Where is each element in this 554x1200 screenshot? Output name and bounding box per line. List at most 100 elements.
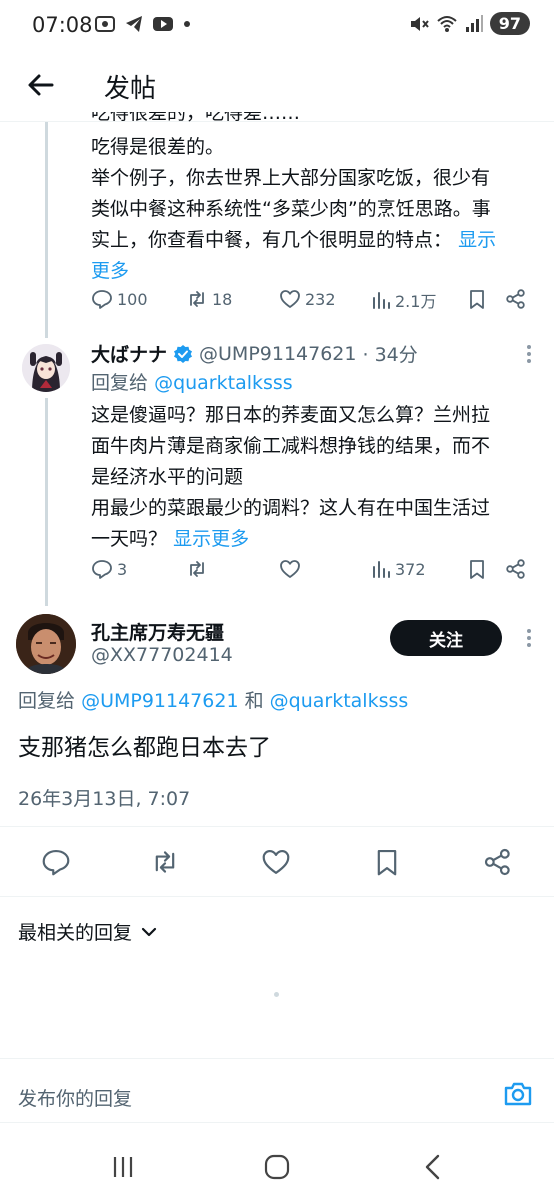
avatar[interactable]	[22, 344, 70, 392]
reply-button[interactable]: 3	[91, 558, 127, 580]
home-button[interactable]	[260, 1150, 294, 1184]
status-time: 07:08	[32, 13, 93, 37]
reply-count: 100	[117, 289, 148, 309]
reply-input[interactable]: 发布你的回复	[18, 1084, 132, 1111]
author-handle[interactable]: @XX77702414	[91, 644, 233, 666]
author-name[interactable]: 孔主席万寿无疆	[91, 618, 224, 645]
retweet-button[interactable]	[186, 558, 212, 580]
tweet3-text: 支那猪怎么都跑日本去了	[18, 735, 271, 761]
reply-button[interactable]: 100	[91, 288, 148, 310]
tweet1-actions: 100 18 232 2.1万	[91, 288, 531, 316]
like-button[interactable]	[279, 558, 305, 580]
tweet1-partial-text: 吃得很差的，吃得差……	[91, 112, 301, 124]
share-icon	[506, 289, 525, 309]
reply-to-handle[interactable]: @quarktalksss	[270, 690, 409, 712]
back-nav-button[interactable]	[416, 1150, 450, 1184]
signal-icon	[465, 14, 483, 32]
divider	[0, 1122, 554, 1123]
tweet2-header: 大ばナナ @UMP91147621 · 34分	[91, 340, 418, 367]
like-count: 232	[305, 289, 336, 309]
camera-button[interactable]	[502, 1078, 534, 1110]
retweet-icon	[190, 561, 204, 577]
battery-indicator: 97	[489, 12, 530, 35]
reply-and: 和	[244, 690, 264, 712]
sort-dropdown[interactable]: 最相关的回复	[18, 918, 158, 945]
views-button[interactable]: 2.1万	[371, 288, 436, 312]
share-button[interactable]	[505, 288, 527, 310]
show-more-link[interactable]: 显示更多	[173, 528, 249, 550]
divider	[0, 826, 554, 827]
tweet1-line: 实上，你查看中餐，有几个很明显的特点： 显示	[91, 225, 531, 256]
tweet2-line: 是经济水平的问题	[91, 466, 244, 488]
verified-badge-icon	[174, 344, 193, 363]
recent-apps-icon	[113, 1157, 133, 1177]
views-icon	[373, 561, 390, 578]
recent-apps-button[interactable]	[106, 1150, 140, 1184]
tweet1-text[interactable]: 吃得是很差的。 举个例子，你去世界上大部分国家吃饭，很少有 类似中餐这种系统性“…	[91, 132, 531, 287]
page-title: 发帖	[104, 74, 157, 104]
camera-icon	[504, 1082, 532, 1106]
back-nav-icon	[425, 1154, 440, 1180]
tweet2-line: 用最少的菜跟最少的调料？这人有在中国生活过	[91, 497, 491, 519]
screen-record-icon	[95, 16, 115, 32]
back-button[interactable]	[24, 68, 58, 102]
share-button[interactable]	[478, 842, 518, 882]
tweet2-text[interactable]: 这是傻逼吗？那日本的荞麦面又怎么算？兰州拉 面牛肉片薄是商家偷工减料想挣钱的结果…	[91, 400, 531, 555]
tweet-timestamp: 26年3月13日, 7:07	[18, 788, 191, 810]
loading-indicator	[274, 992, 279, 997]
retweet-button[interactable]	[145, 842, 185, 882]
profile-photo	[16, 614, 76, 674]
views-button[interactable]: 372	[371, 558, 426, 580]
bookmark-button[interactable]	[466, 558, 488, 580]
tweet1-partial-line: 吃得很差的，吃得差……	[91, 112, 531, 132]
reply-to-handle[interactable]: @UMP91147621	[81, 690, 238, 712]
reply-prefix: 回复给	[18, 690, 76, 712]
status-icons-right: 97	[408, 12, 530, 35]
divider	[0, 896, 554, 897]
bookmark-button[interactable]	[466, 288, 488, 310]
youtube-icon	[153, 17, 173, 31]
tweet2-line: 一天吗？ 显示更多	[91, 524, 531, 555]
heart-icon	[280, 560, 300, 578]
retweet-icon	[155, 851, 175, 873]
follow-button[interactable]: 关注	[390, 620, 502, 656]
share-button[interactable]	[505, 558, 527, 580]
system-nav-bar	[0, 1132, 554, 1200]
author-handle[interactable]: @UMP91147621	[199, 343, 356, 365]
tweet2-line: 面牛肉片薄是商家偷工减料想挣钱的结果，而不	[91, 435, 491, 457]
reply-composer[interactable]: 发布你的回复	[0, 1058, 554, 1132]
thread-line-2	[45, 398, 48, 606]
more-options-button[interactable]	[526, 628, 532, 652]
tweet1-line: 举个例子，你去世界上大部分国家吃饭，很少有	[91, 167, 491, 189]
like-button[interactable]	[256, 842, 296, 882]
more-options-button[interactable]	[526, 344, 532, 368]
mute-icon	[410, 16, 429, 31]
show-more-link[interactable]: 显示	[458, 229, 496, 251]
bookmark-icon	[470, 560, 484, 579]
comment-icon	[92, 560, 112, 579]
arrow-left-icon	[28, 74, 54, 96]
reply-button[interactable]	[36, 842, 76, 882]
tweet-time: · 34分	[362, 344, 418, 366]
wifi-icon	[437, 15, 457, 32]
like-button[interactable]: 232	[279, 288, 336, 310]
thread-line-1	[45, 122, 48, 338]
sort-label: 最相关的回复	[18, 922, 133, 944]
comment-icon	[42, 850, 70, 876]
heart-icon	[280, 290, 300, 308]
retweet-button[interactable]: 18	[186, 288, 232, 310]
tweet1-line-text: 实上，你查看中餐，有几个很明显的特点：	[91, 229, 453, 251]
show-more-link-2[interactable]: 更多	[91, 256, 531, 287]
bookmark-icon	[377, 850, 397, 876]
author-name[interactable]: 大ばナナ	[91, 340, 167, 367]
reply-count: 3	[117, 559, 128, 579]
share-icon	[484, 848, 510, 876]
tweet2-line-text: 一天吗？	[91, 528, 168, 550]
bookmark-button[interactable]	[367, 842, 407, 882]
avatar[interactable]	[16, 614, 76, 674]
status-bar: 07:08 97	[0, 0, 554, 52]
more-vertical-icon	[527, 345, 531, 363]
retweet-count: 18	[212, 289, 233, 309]
reply-to-handle[interactable]: @quarktalksss	[154, 372, 293, 394]
dot-icon	[184, 21, 190, 27]
